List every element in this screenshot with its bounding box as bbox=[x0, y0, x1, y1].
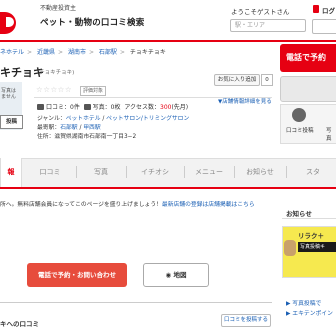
genre-row: ジャンル：ペットホテル / ペットサロン/トリミングサロン bbox=[37, 116, 190, 122]
tab-separator bbox=[286, 166, 287, 178]
camera-icon bbox=[83, 104, 91, 110]
shop-stats: 口コミ：0件 写真：0枚 アクセス数：300(先月) bbox=[37, 102, 188, 111]
tab-recommend[interactable]: イチオシ bbox=[128, 158, 182, 186]
site-name[interactable]: ペット・動物の口コミ検索 bbox=[40, 16, 144, 28]
tab-news[interactable]: お知らせ bbox=[236, 158, 284, 186]
speech-bubble-icon bbox=[292, 108, 306, 122]
tab-separator bbox=[234, 166, 235, 178]
breadcrumb-item[interactable]: 湖南市 bbox=[68, 49, 86, 56]
banner-character-image bbox=[284, 240, 296, 256]
breadcrumb-item[interactable]: ネホテル bbox=[0, 49, 24, 56]
breadcrumb-item[interactable]: 近畿県 bbox=[37, 49, 55, 56]
access-suffix: (先月) bbox=[171, 104, 189, 111]
divider bbox=[34, 97, 272, 98]
add-favorite-button[interactable]: お気に入り追加 bbox=[214, 74, 260, 86]
review-count[interactable]: 口コミ：0件 bbox=[46, 104, 80, 111]
photo-count[interactable]: 写真：0枚 bbox=[93, 104, 121, 111]
tab-reviews[interactable]: 口コミ bbox=[26, 158, 74, 186]
photo-post-label[interactable]: 写真 bbox=[326, 126, 336, 142]
tab-separator bbox=[76, 166, 77, 178]
review-post-label[interactable]: 口コミ投稿 bbox=[286, 126, 314, 134]
favorite-count: 0 bbox=[261, 74, 273, 86]
shop-info-detail-link[interactable]: ▼店舗情報詳細を見る bbox=[218, 97, 272, 105]
login-icon[interactable] bbox=[313, 5, 319, 13]
sidebar-link[interactable]: ▶ エキテンポイン bbox=[286, 308, 333, 317]
address: 住所：滋賀県湖南市石部南一丁目3−2 bbox=[37, 134, 137, 140]
banner-subtitle: 写真投稿キ bbox=[298, 242, 336, 252]
keyword-search-input[interactable] bbox=[312, 19, 336, 34]
tab-info[interactable]: 報 bbox=[0, 158, 22, 187]
post-review-button[interactable]: 口コミを投稿する bbox=[221, 314, 271, 327]
shop-kana: (チョキチョキ) bbox=[37, 70, 75, 76]
call-reserve-button-top[interactable]: 電話で予約 bbox=[280, 44, 336, 72]
site-tagline: 不動産投資主 bbox=[40, 5, 77, 12]
station-row: 最寄駅：石部駅 / 甲西駅 bbox=[37, 125, 101, 131]
header-divider bbox=[0, 40, 336, 42]
breadcrumb-item[interactable]: 石部駅 bbox=[99, 49, 117, 56]
divider bbox=[282, 218, 336, 219]
owner-notice: 所へ。無料店舗会員になってこのページを盛り上げましょう！最新店舗の登録は店舗掲載… bbox=[0, 199, 255, 208]
owner-register-link[interactable]: 最新店舗の登録は店舗掲載はこちら bbox=[162, 202, 255, 208]
map-button[interactable]: ◉ 地図 bbox=[143, 263, 209, 287]
breadcrumb-current: チョキチョキ bbox=[129, 49, 166, 56]
photo-post-button[interactable]: 投稿 bbox=[0, 115, 23, 129]
access-label: アクセス数： bbox=[124, 104, 161, 111]
area-search-input[interactable]: 駅・エリア bbox=[230, 19, 306, 32]
sidebar-link[interactable]: ▶ 写真投稿で bbox=[286, 298, 321, 307]
map-button-label: 地図 bbox=[173, 271, 187, 279]
tab-separator bbox=[126, 166, 127, 178]
tab-separator bbox=[184, 166, 185, 178]
tab-menu[interactable]: メニュー bbox=[186, 158, 232, 186]
rating-badge: 評価対象 bbox=[80, 86, 106, 96]
call-reserve-button[interactable]: 電話で予約・お問い合わせ bbox=[27, 263, 127, 287]
no-photo-label: 写真は ません bbox=[1, 88, 17, 100]
login-link[interactable]: ログ bbox=[322, 5, 335, 15]
rating-stars: ☆☆☆☆☆ bbox=[36, 85, 73, 94]
genre-link[interactable]: ペットサロン/トリミングサロン bbox=[106, 116, 189, 122]
comment-icon bbox=[37, 104, 44, 110]
owner-notice-text: 所へ。無料店舗会員になってこのページを盛り上げましょう！ bbox=[0, 202, 162, 208]
tab-staff[interactable]: スタ bbox=[290, 158, 336, 186]
breadcrumb: ネホテル > 近畿県 > 湖南市 > 石部駅 > チョキチョキ bbox=[0, 49, 166, 56]
secondary-action-button[interactable] bbox=[280, 76, 336, 102]
tab-photos[interactable]: 写真 bbox=[78, 158, 124, 186]
welcome-text: ようこそゲストさん bbox=[231, 8, 290, 16]
access-count: 300 bbox=[160, 104, 172, 111]
review-section-title: キへの口コミ bbox=[0, 320, 39, 328]
banner-title: リラク＋ bbox=[298, 232, 324, 240]
sidebar-news-title: お知らせ bbox=[286, 210, 312, 218]
